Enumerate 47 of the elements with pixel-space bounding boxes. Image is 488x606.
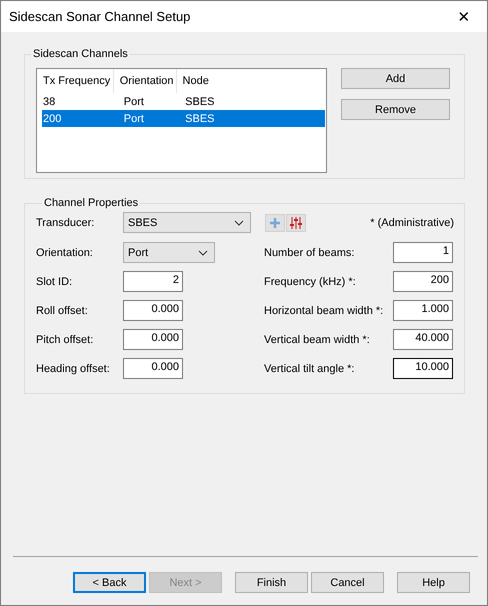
window-title: Sidescan Sonar Channel Setup xyxy=(9,9,190,24)
wizard-button[interactable]: Cancel xyxy=(311,572,384,593)
field-label: Transducer: xyxy=(36,216,96,228)
list-row[interactable]: 200 Port SBES xyxy=(42,110,325,127)
chevron-down-icon xyxy=(234,220,244,226)
input-field[interactable]: 1 xyxy=(393,242,453,263)
field-label: Vertical beam width *: xyxy=(264,334,371,346)
field-label: Slot ID: xyxy=(36,276,74,288)
column-header[interactable]: Tx Frequency xyxy=(37,69,114,93)
field-label: Orientation: xyxy=(36,246,94,258)
input-field[interactable]: 10.000 xyxy=(393,358,453,379)
group-title: Channel Properties xyxy=(43,197,140,209)
input-field[interactable]: 40.000 xyxy=(393,329,453,350)
input-field[interactable]: 0.000 xyxy=(123,329,183,350)
input-field[interactable]: 0.000 xyxy=(123,358,183,379)
wizard-button[interactable]: Finish xyxy=(235,572,308,593)
list-row[interactable]: 38 Port SBES xyxy=(42,93,325,110)
field-label: Number of beams: xyxy=(264,246,356,258)
column-header[interactable]: Node xyxy=(176,69,326,93)
input-field[interactable]: 1.000 xyxy=(393,300,453,321)
field-label: Frequency (kHz) *: xyxy=(264,276,357,288)
group-title: Sidescan Channels xyxy=(32,48,129,60)
field-label: Heading offset: xyxy=(36,362,111,374)
input-field[interactable]: 200 xyxy=(393,271,453,292)
list-cell-text: Port xyxy=(122,112,145,124)
list-cell-text: SBES xyxy=(184,112,216,124)
administrative-note: * (Administrative) xyxy=(370,216,454,228)
wizard-button[interactable]: < Back xyxy=(73,572,146,593)
chevron-down-icon xyxy=(198,250,208,256)
add-button[interactable]: Add xyxy=(341,68,450,89)
input-field[interactable]: 0.000 xyxy=(123,300,183,321)
sliders-icon[interactable] xyxy=(286,214,306,232)
field-label: Vertical tilt angle *: xyxy=(264,362,356,374)
remove-button[interactable]: Remove xyxy=(341,99,450,120)
field-label: Pitch offset: xyxy=(36,334,94,346)
list-cell-text: Port xyxy=(122,96,145,108)
close-button[interactable]: ✕ xyxy=(441,1,487,32)
field-label: Roll offset: xyxy=(36,304,89,316)
list-cell-text: SBES xyxy=(184,96,216,108)
list-cell-text: 200 xyxy=(42,112,62,124)
list-cell-text: 38 xyxy=(42,96,56,108)
column-header[interactable]: Orientation xyxy=(114,69,177,93)
wizard-button[interactable]: Help xyxy=(397,572,470,593)
transducer-dropdown[interactable]: SBES xyxy=(123,212,251,233)
orientation-dropdown[interactable]: Port xyxy=(123,242,215,263)
input-field[interactable]: 2 xyxy=(123,271,183,292)
field-label: Horizontal beam width *: xyxy=(264,304,384,316)
